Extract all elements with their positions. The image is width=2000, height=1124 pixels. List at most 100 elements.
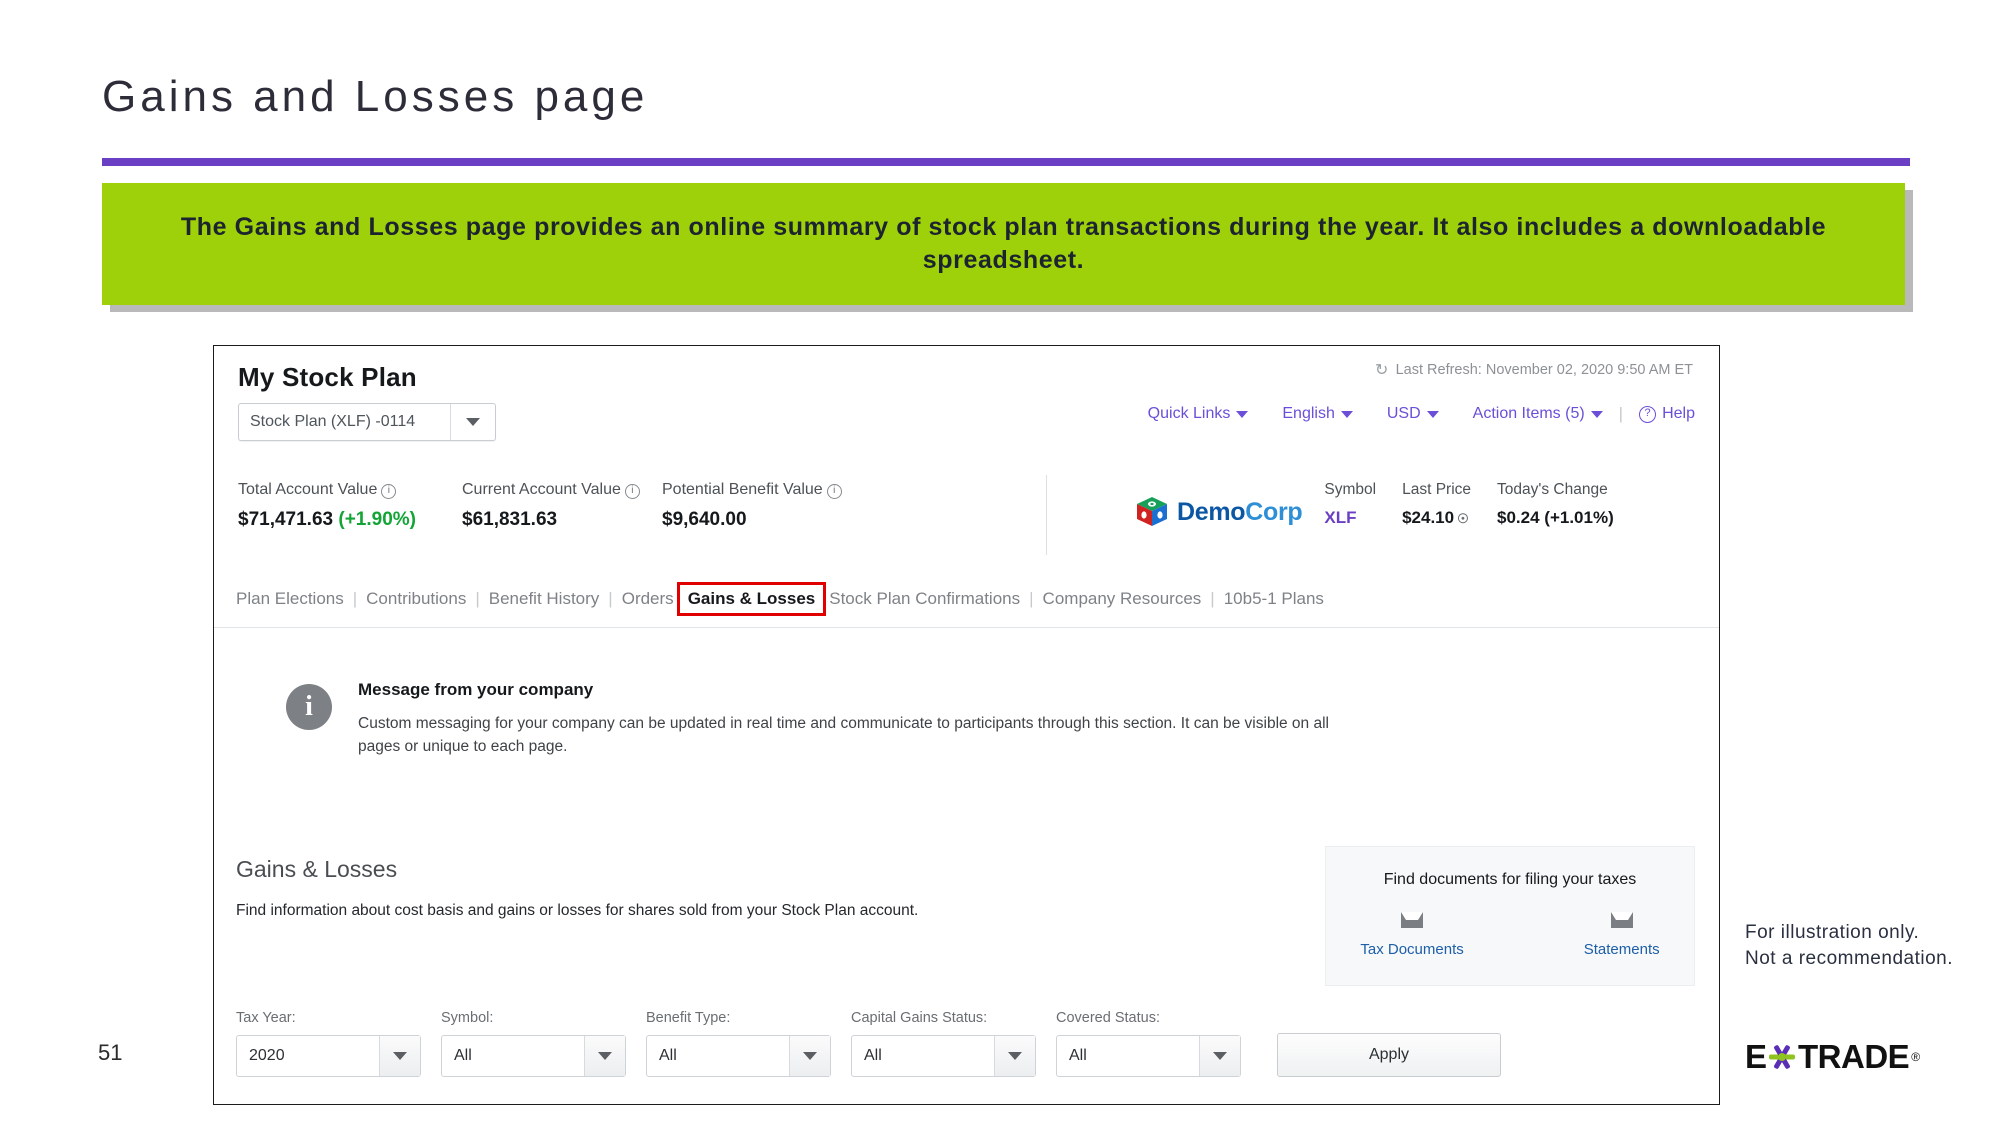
- refresh-icon[interactable]: ↺: [1375, 360, 1388, 380]
- tax-year-value: 2020: [249, 1047, 285, 1064]
- tab-contributions[interactable]: Contributions: [366, 589, 466, 609]
- benefit-type-select[interactable]: All: [646, 1035, 831, 1077]
- quote-symbol: Symbol XLF: [1324, 481, 1377, 527]
- etrade-logo-text: TRADE: [1798, 1038, 1910, 1075]
- stock-quote: DemoCorp Symbol XLF Last Price $24.10 ☉ T…: [1134, 479, 1614, 529]
- tab-company-resources[interactable]: Company Resources: [1043, 589, 1202, 609]
- quote-todays-change: Today's Change $0.24 (+1.01%): [1497, 481, 1614, 527]
- value-total-account: Total Account Value i $71,471.63 (+1.90%): [238, 481, 416, 530]
- tab-10b5-1-plans[interactable]: 10b5-1 Plans: [1224, 589, 1324, 609]
- tab-benefit-history[interactable]: Benefit History: [489, 589, 600, 609]
- chevron-down-icon: [1426, 410, 1439, 418]
- benefit-type-value: All: [659, 1047, 677, 1064]
- nav-language[interactable]: English: [1282, 405, 1353, 423]
- tab-orders[interactable]: Orders: [622, 589, 674, 609]
- account-select-value: Stock Plan (XLF) -0114: [250, 413, 416, 430]
- tax-documents-link[interactable]: Tax Documents: [1360, 909, 1464, 958]
- chevron-down-icon: [1340, 410, 1353, 418]
- symbol-caret[interactable]: [584, 1036, 625, 1076]
- filter-tax-year: Tax Year: 2020: [236, 1010, 421, 1077]
- tray-icon: [1398, 909, 1426, 931]
- illustration-footnote: For illustration only. Not a recommendat…: [1745, 922, 1953, 969]
- filter-covered-status-label: Covered Status:: [1056, 1010, 1160, 1026]
- slide-page-number: 51: [98, 1040, 123, 1065]
- alert-bell-icon[interactable]: ☉: [1457, 511, 1469, 526]
- title-divider: [102, 158, 1910, 166]
- company-message: i Message from your company Custom messa…: [214, 680, 1719, 759]
- chevron-down-icon: [1590, 410, 1603, 418]
- last-refresh: ↺ Last Refresh: November 02, 2020 9:50 A…: [1375, 360, 1693, 380]
- tab-gains-and-losses[interactable]: Gains & Losses: [676, 582, 827, 616]
- tax-card-title: Find documents for filing your taxes: [1383, 871, 1637, 888]
- covered-status-caret[interactable]: [1199, 1036, 1240, 1076]
- symbol-value: All: [454, 1047, 472, 1064]
- nav-divider: |: [1618, 404, 1624, 423]
- filter-covered-status: Covered Status: All: [1056, 1010, 1241, 1077]
- nav-currency[interactable]: USD: [1387, 405, 1439, 423]
- filter-capital-gains-label: Capital Gains Status:: [851, 1010, 988, 1026]
- info-icon: i: [286, 684, 332, 730]
- statements-link[interactable]: Statements: [1584, 909, 1660, 958]
- quote-last-price: Last Price $24.10 ☉: [1402, 481, 1472, 527]
- covered-status-select[interactable]: All: [1056, 1035, 1241, 1077]
- callout-banner: The Gains and Losses page provides an on…: [102, 183, 1905, 305]
- slide-root: Gains and Losses page The Gains and Loss…: [0, 0, 2000, 1124]
- tax-year-caret[interactable]: [379, 1036, 420, 1076]
- tax-documents-card: Find documents for filing your taxes Tax…: [1325, 846, 1695, 986]
- filter-symbol: Symbol: All: [441, 1010, 626, 1077]
- capital-gains-value: All: [864, 1047, 882, 1064]
- benefit-type-caret[interactable]: [789, 1036, 830, 1076]
- tax-documents-label: Tax Documents: [1360, 941, 1464, 958]
- etrade-logo-e: E: [1745, 1038, 1767, 1075]
- democorp-cube-icon: [1137, 497, 1167, 526]
- filter-benefit-type: Benefit Type: All: [646, 1010, 831, 1077]
- statements-label: Statements: [1583, 941, 1660, 958]
- company-message-title: Message from your company: [358, 680, 594, 699]
- value-current-account: Current Account Value i $61,831.63: [462, 481, 640, 531]
- page-title: Gains and Losses page: [102, 72, 649, 121]
- value-current-amount: $61,831.63: [462, 509, 558, 530]
- section-description: Find information about cost basis and ga…: [236, 902, 919, 919]
- app-title: My Stock Plan: [238, 362, 417, 392]
- company-message-body: Custom messaging for your company can be…: [358, 715, 1329, 756]
- tax-year-select[interactable]: 2020: [236, 1035, 421, 1077]
- info-icon[interactable]: i: [826, 484, 842, 499]
- value-total-change: (+1.90%): [338, 509, 416, 530]
- logo-text-corp: Corp: [1245, 497, 1303, 526]
- tab-plan-elections[interactable]: Plan Elections: [236, 589, 344, 609]
- value-total-amount: $71,471.63: [238, 509, 334, 530]
- banner-text: The Gains and Losses page provides an on…: [180, 212, 1827, 274]
- last-refresh-text: Last Refresh: November 02, 2020 9:50 AM …: [1395, 362, 1693, 378]
- etrade-registered-mark: ®: [1911, 1050, 1921, 1064]
- symbol-select[interactable]: All: [441, 1035, 626, 1077]
- filter-bar: Tax Year: 2020 Symbol: All Benefit Type:: [236, 1010, 1697, 1077]
- tray-icon: [1608, 909, 1636, 931]
- filter-tax-year-label: Tax Year:: [236, 1010, 296, 1026]
- utility-nav: Quick Links English USD Action Items (5)…: [1148, 404, 1695, 424]
- value-potential-amount: $9,640.00: [662, 509, 747, 530]
- filter-symbol-label: Symbol:: [441, 1010, 494, 1026]
- account-values-strip: Total Account Value i $71,471.63 (+1.90%)…: [214, 475, 1719, 571]
- nav-quick-links[interactable]: Quick Links: [1148, 405, 1249, 423]
- nav-help[interactable]: ? Help: [1639, 405, 1695, 423]
- help-icon: ?: [1639, 405, 1657, 423]
- app-screenshot: My Stock Plan Stock Plan (XLF) -0114 ↺ L…: [213, 345, 1720, 1105]
- info-icon[interactable]: i: [624, 484, 640, 499]
- tab-bar: Plan Elections | Contributions | Benefit…: [214, 571, 1719, 628]
- values-divider: [1046, 475, 1047, 555]
- etrade-star-icon: [1767, 1042, 1797, 1072]
- filter-benefit-type-label: Benefit Type:: [646, 1010, 731, 1026]
- chevron-down-icon: [1236, 410, 1249, 418]
- info-icon[interactable]: i: [381, 484, 397, 499]
- capital-gains-caret[interactable]: [994, 1036, 1035, 1076]
- covered-status-value: All: [1069, 1047, 1087, 1064]
- account-select[interactable]: Stock Plan (XLF) -0114: [238, 403, 496, 441]
- value-potential-benefit: Potential Benefit Value i $9,640.00: [662, 481, 842, 531]
- apply-button[interactable]: Apply: [1277, 1033, 1501, 1077]
- filter-capital-gains-status: Capital Gains Status: All: [851, 1010, 1036, 1077]
- nav-action-items[interactable]: Action Items (5): [1473, 405, 1603, 423]
- tab-stock-plan-confirmations[interactable]: Stock Plan Confirmations: [829, 589, 1020, 609]
- capital-gains-status-select[interactable]: All: [851, 1035, 1036, 1077]
- app-body: i Message from your company Custom messa…: [214, 680, 1719, 1077]
- account-select-caret[interactable]: [450, 404, 495, 440]
